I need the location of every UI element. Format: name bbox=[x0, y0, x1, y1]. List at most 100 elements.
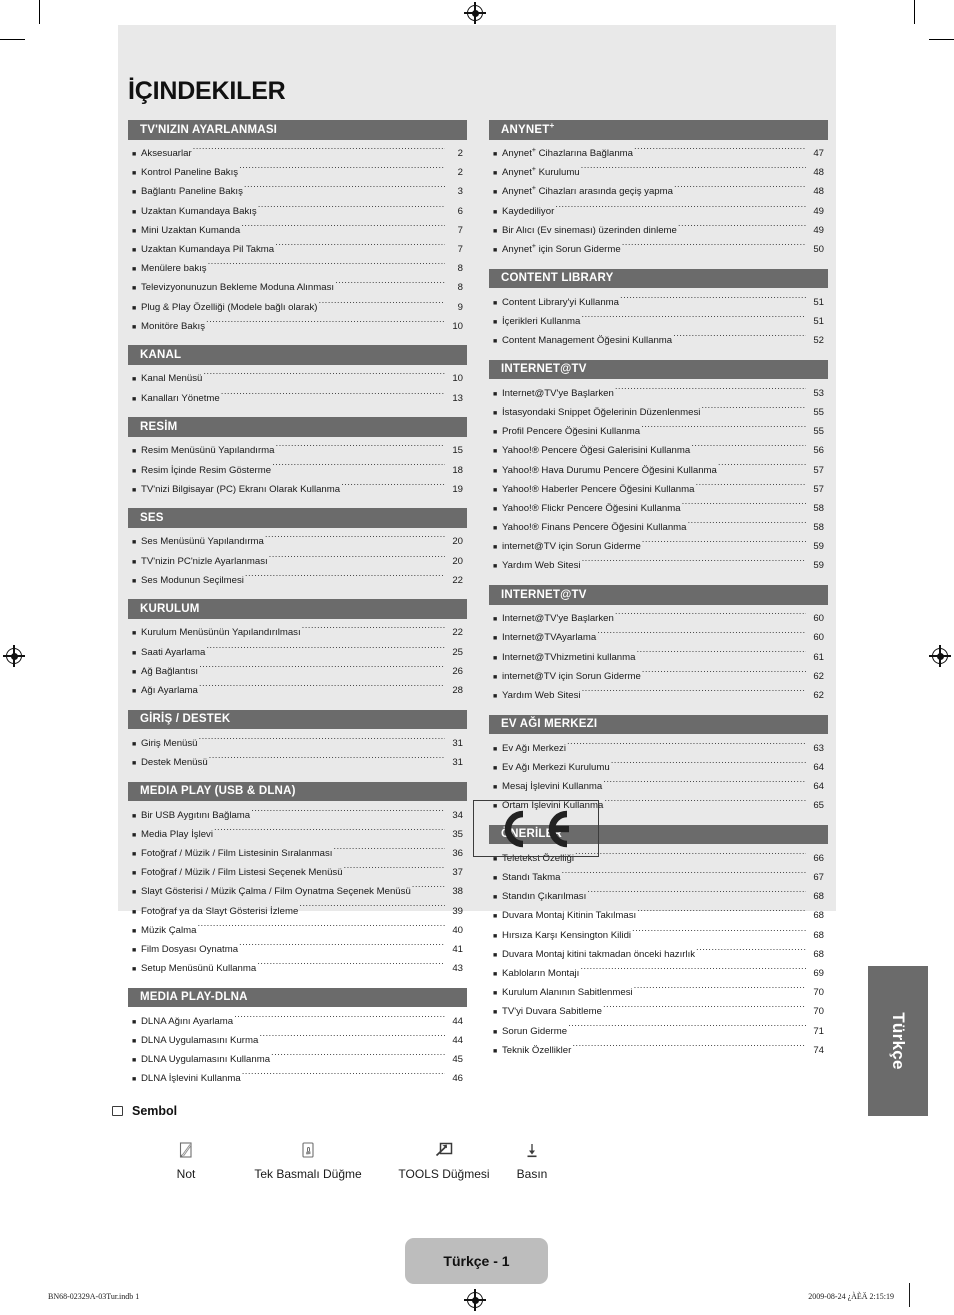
toc-entry[interactable]: ■ İçerikleri Kullanma 51 bbox=[493, 310, 824, 329]
toc-entry[interactable]: ■ Monitöre Bakış 10 bbox=[132, 315, 463, 334]
toc-entry[interactable]: ■ Ses Modunun Seçilmesi 22 bbox=[132, 569, 463, 588]
toc-entry[interactable]: ■ internet@TV için Sorun Giderme 62 bbox=[493, 665, 824, 684]
toc-leader-dots bbox=[673, 330, 806, 344]
toc-entry-label: TV'nizi Bilgisayar (PC) Ekranı Olarak Ku… bbox=[141, 483, 341, 495]
toc-entry[interactable]: ■ Internet@TVAyarlama 60 bbox=[493, 627, 824, 646]
toc-leader-dots bbox=[582, 684, 806, 698]
toc-entry[interactable]: ■ Yahoo!® Flickr Pencere Öğesini Kullanma… bbox=[493, 497, 824, 516]
toc-entry[interactable]: ■ Uzaktan Kumandaya Bakış 6 bbox=[132, 200, 463, 219]
toc-entry-label: Ses Modunun Seçilmesi bbox=[141, 574, 244, 586]
toc-entry-label: Content Library'yi Kullanma bbox=[502, 296, 620, 308]
toc-section: TV'NIZIN AYARLANMASI ■ Aksesuarlar 2 ■ Kontro… bbox=[128, 120, 467, 334]
toc-entry[interactable]: ■ Kanalları Yönetme 13 bbox=[132, 387, 463, 406]
toc-entry[interactable]: ■ Hırsıza Karşı Kensington Kilidi 68 bbox=[493, 924, 824, 943]
contents-page-panel: İÇINDEKILER TV'NIZIN AYARLANMASI ■ Aksesua… bbox=[118, 25, 836, 1084]
toc-entry[interactable]: ■ Internet@TV'ye Başlarken 60 bbox=[493, 608, 824, 627]
toc-entry[interactable]: ■ Film Dosyası Oynatma 41 bbox=[132, 938, 463, 957]
toc-entry-page-number: 68 bbox=[813, 929, 824, 941]
toc-entry-label: Duvara Montaj Kitinin Takılması bbox=[502, 910, 637, 922]
toc-entry[interactable]: ■ Kanal Menüsü 10 bbox=[132, 368, 463, 387]
toc-entry[interactable]: ■ Anynet+ Cihazlarına Bağlanma 47 bbox=[493, 143, 824, 162]
toc-entry-page-number: 71 bbox=[813, 1025, 824, 1037]
toc-entry[interactable]: ■ TV'yi Duvara Sabitleme 70 bbox=[493, 1001, 824, 1020]
toc-entry[interactable]: ■ Anynet+ Cihazları arasında geçiş yapma 4… bbox=[493, 181, 824, 200]
toc-entry[interactable]: ■ Mini Uzaktan Kumanda 7 bbox=[132, 219, 463, 238]
toc-entry[interactable]: ■ Fotoğraf / Müzik / Film Listesinin Sıra… bbox=[132, 842, 463, 861]
toc-section-heading: KURULUM bbox=[128, 599, 467, 619]
toc-entry-page-number: 58 bbox=[813, 502, 824, 514]
toc-entry-label: Kurulum Menüsünün Yapılandırılması bbox=[141, 627, 301, 639]
toc-entry[interactable]: ■ İstasyondaki Snippet Öğelerinin Düzenle… bbox=[493, 401, 824, 420]
toc-entry[interactable]: ■ Ev Ağı Merkezi Kurulumu 64 bbox=[493, 756, 824, 775]
toc-entry[interactable]: ■ Kurulum Menüsünün Yapılandırılması 22 bbox=[132, 622, 463, 641]
toc-entry[interactable]: ■ Uzaktan Kumandaya Pil Takma 7 bbox=[132, 238, 463, 257]
toc-entry[interactable]: ■ Yahoo!® Finans Pencere Öğesini Kullanma… bbox=[493, 517, 824, 536]
toc-entry[interactable]: ■ Yardım Web Sitesi 62 bbox=[493, 684, 824, 703]
symbol-legend: Not Tek Basmalı Düğme TOOLS Düğmesi Basın bbox=[140, 1140, 560, 1181]
toc-entry[interactable]: ■ Bir USB Aygıtını Bağlama 34 bbox=[132, 804, 463, 823]
toc-leader-dots bbox=[341, 478, 445, 492]
toc-entry[interactable]: ■ Kurulum Alanının Sabitlenmesi 70 bbox=[493, 982, 824, 1001]
toc-entry[interactable]: ■ Ağı Ayarlama 28 bbox=[132, 679, 463, 698]
toc-entry[interactable]: ■ Profil Pencere Öğesini Kullanma 55 bbox=[493, 421, 824, 440]
toc-entry[interactable]: ■ Yahoo!® Haberler Pencere Öğesini Kullan… bbox=[493, 478, 824, 497]
toc-entry[interactable]: ■ TV'nizin PC'nizle Ayarlanması 20 bbox=[132, 550, 463, 569]
toc-leader-dots bbox=[615, 382, 806, 396]
toc-entry[interactable]: ■ Fotoğraf / Müzik / Film Listesi Seçenek… bbox=[132, 862, 463, 881]
toc-entry[interactable]: ■ Menülere bakış 8 bbox=[132, 258, 463, 277]
toc-entry[interactable]: ■ Ev Ağı Merkezi 63 bbox=[493, 737, 824, 756]
toc-leader-dots bbox=[221, 387, 445, 401]
toc-entry[interactable]: ■ Content Management Öğesini Kullanma 52 bbox=[493, 330, 824, 349]
toc-entry[interactable]: ■ Duvara Montaj kitini takmadan önceki ha… bbox=[493, 943, 824, 962]
toc-entry[interactable]: ■ Yahoo!® Pencere Öğesi Galerisini Kullan… bbox=[493, 440, 824, 459]
toc-entry[interactable]: ■ Internet@TVhizmetini kullanma 61 bbox=[493, 646, 824, 665]
toc-entry[interactable]: ■ Content Library'yi Kullanma 51 bbox=[493, 291, 824, 310]
toc-entry[interactable]: ■ Resim İçinde Resim Gösterme 18 bbox=[132, 459, 463, 478]
bullet-square-icon: ■ bbox=[493, 318, 498, 326]
toc-entry[interactable]: ■ Kontrol Paneline Bakış 2 bbox=[132, 162, 463, 181]
toc-entry[interactable]: ■ Fotoğraf ya da Slayt Gösterisi İzleme 39 bbox=[132, 900, 463, 919]
toc-entry-label: Ses Menüsünü Yapılandırma bbox=[141, 536, 264, 548]
toc-entry[interactable]: ■ Standın Çıkarılması 68 bbox=[493, 886, 824, 905]
toc-entry[interactable]: ■ TV'nizi Bilgisayar (PC) Ekranı Olarak K… bbox=[132, 478, 463, 497]
toc-entry[interactable]: ■ Setup Menüsünü Kullanma 43 bbox=[132, 958, 463, 977]
toc-entry[interactable]: ■ Yahoo!® Hava Durumu Pencere Öğesini Kul… bbox=[493, 459, 824, 478]
toc-column-right: ANYNET+ ■ Anynet+ Cihazlarına Bağlanma 47 ■ A… bbox=[489, 120, 828, 1087]
toc-entry[interactable]: ■ Ağ Bağlantısı 26 bbox=[132, 660, 463, 679]
toc-entry-page-number: 69 bbox=[813, 967, 824, 979]
toc-entry-page-number: 36 bbox=[452, 847, 463, 859]
toc-entry[interactable]: ■ DLNA Ağını Ayarlama 44 bbox=[132, 1010, 463, 1029]
toc-entry[interactable]: ■ Ses Menüsünü Yapılandırma 20 bbox=[132, 531, 463, 550]
toc-entry[interactable]: ■ Internet@TV'ye Başlarken 53 bbox=[493, 382, 824, 401]
toc-entry[interactable]: ■ Slayt Gösterisi / Müzik Çalma / Film Oy… bbox=[132, 881, 463, 900]
toc-entry[interactable]: ■ Yardım Web Sitesi 59 bbox=[493, 555, 824, 574]
toc-entry[interactable]: ■ Sorun Giderme 71 bbox=[493, 1020, 824, 1039]
toc-entry[interactable]: ■ Bir Alıcı (Ev sineması) üzerinden dinle… bbox=[493, 219, 824, 238]
toc-entry[interactable]: ■ Duvara Montaj Kitinin Takılması 68 bbox=[493, 905, 824, 924]
toc-entry[interactable]: ■ DLNA İşlevini Kullanma 46 bbox=[132, 1068, 463, 1087]
toc-entry[interactable]: ■ Aksesuarlar 2 bbox=[132, 143, 463, 162]
toc-entry[interactable]: ■ DLNA Uygulamasını Kullanma 45 bbox=[132, 1049, 463, 1068]
toc-entry[interactable]: ■ internet@TV için Sorun Giderme 59 bbox=[493, 536, 824, 555]
toc-entry[interactable]: ■ Saati Ayarlama 25 bbox=[132, 641, 463, 660]
toc-entry[interactable]: ■ Giriş Menüsü 31 bbox=[132, 732, 463, 751]
toc-entry[interactable]: ■ Resim Menüsünü Yapılandırma 15 bbox=[132, 440, 463, 459]
toc-entry[interactable]: ■ Televizyonunuzun Bekleme Moduna Alınmas… bbox=[132, 277, 463, 296]
toc-leader-dots bbox=[239, 162, 445, 176]
toc-entry-label: Mesaj İşlevini Kullanma bbox=[502, 780, 603, 792]
toc-leader-dots bbox=[687, 517, 806, 531]
toc-entry[interactable]: ■ Anynet+ için Sorun Giderme 50 bbox=[493, 238, 824, 257]
toc-entry[interactable]: ■ Destek Menüsü 31 bbox=[132, 751, 463, 770]
toc-entry[interactable]: ■ Standı Takma 67 bbox=[493, 866, 824, 885]
toc-entry[interactable]: ■ Kaydediliyor 49 bbox=[493, 200, 824, 219]
toc-entry[interactable]: ■ Plug & Play Özelliği (Modele bağlı olar… bbox=[132, 296, 463, 315]
toc-entry[interactable]: ■ Media Play İşlevi 35 bbox=[132, 823, 463, 842]
toc-entry[interactable]: ■ Teknik Özellikler 74 bbox=[493, 1039, 824, 1058]
toc-entry[interactable]: ■ Anynet+ Kurulumu 48 bbox=[493, 162, 824, 181]
toc-entry[interactable]: ■ Müzik Çalma 40 bbox=[132, 919, 463, 938]
toc-entry[interactable]: ■ Mesaj İşlevini Kullanma 64 bbox=[493, 775, 824, 794]
toc-entry[interactable]: ■ DLNA Uygulamasını Kurma 44 bbox=[132, 1029, 463, 1048]
toc-entry[interactable]: ■ Bağlantı Paneline Bakış 3 bbox=[132, 181, 463, 200]
bullet-square-icon: ■ bbox=[132, 170, 137, 178]
toc-entry[interactable]: ■ Kabloların Montajı 69 bbox=[493, 962, 824, 981]
